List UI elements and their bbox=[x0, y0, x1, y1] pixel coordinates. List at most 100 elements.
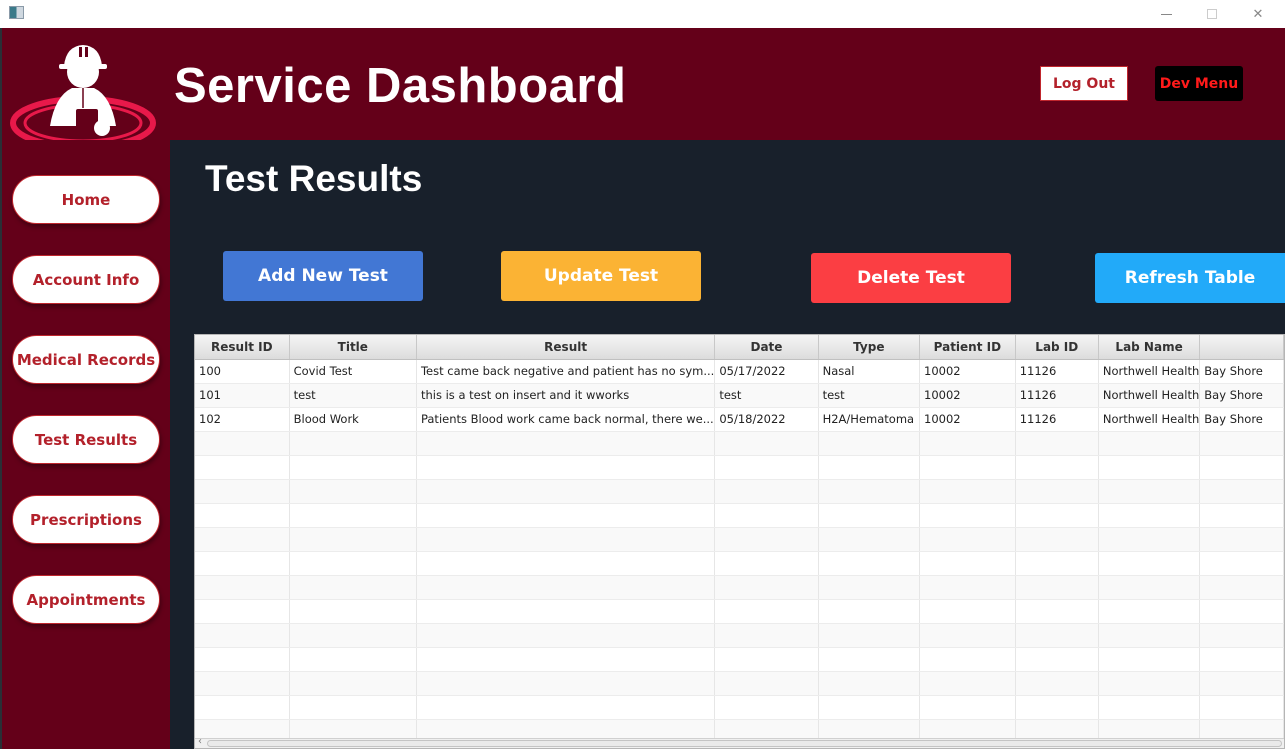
table-cell bbox=[919, 599, 1016, 624]
column-header[interactable]: Patient ID bbox=[919, 335, 1016, 360]
table-cell bbox=[818, 527, 921, 552]
column-header[interactable]: Lab ID bbox=[1015, 335, 1099, 360]
table-cell bbox=[416, 575, 716, 600]
table-cell bbox=[289, 671, 417, 696]
table-cell bbox=[1015, 623, 1099, 648]
dev-menu-button[interactable]: Dev Menu bbox=[1155, 66, 1243, 101]
table-cell bbox=[1199, 503, 1284, 528]
table-cell bbox=[1199, 695, 1284, 720]
table-cell bbox=[1015, 551, 1099, 576]
test-results-table[interactable]: Result ID Title Result Date Type Patient ID La… bbox=[194, 334, 1285, 749]
table-cell bbox=[289, 599, 417, 624]
table-row[interactable]: 100 Covid Test Test came back negative and… bbox=[195, 359, 1284, 384]
empty-table-row bbox=[195, 671, 1284, 696]
table-cell: 11126 bbox=[1015, 383, 1099, 408]
table-cell bbox=[1199, 647, 1284, 672]
maximize-button[interactable] bbox=[1189, 0, 1235, 28]
sidebar-item-appointments[interactable]: Appointments bbox=[12, 575, 160, 624]
table-cell bbox=[1015, 431, 1099, 456]
table-cell bbox=[195, 623, 290, 648]
column-header[interactable] bbox=[1199, 335, 1284, 360]
empty-table-row bbox=[195, 623, 1284, 648]
column-header[interactable]: Result bbox=[416, 335, 716, 360]
table-row[interactable]: 101 test this is a test on insert and it w… bbox=[195, 383, 1284, 408]
scrollbar-thumb[interactable] bbox=[207, 740, 1282, 747]
table-cell bbox=[1199, 623, 1284, 648]
table-cell bbox=[195, 479, 290, 504]
table-cell: test bbox=[714, 383, 819, 408]
table-cell bbox=[289, 431, 417, 456]
app-window-icon bbox=[9, 6, 24, 19]
table-cell bbox=[714, 527, 819, 552]
table-cell: 102 bbox=[195, 407, 290, 432]
table-cell bbox=[195, 551, 290, 576]
table-cell bbox=[289, 527, 417, 552]
scroll-left-icon[interactable]: ‹ bbox=[198, 736, 202, 747]
table-cell bbox=[195, 599, 290, 624]
table-cell bbox=[289, 551, 417, 576]
minimize-icon bbox=[1160, 13, 1172, 15]
sidebar-item-account-info[interactable]: Account Info bbox=[12, 255, 160, 304]
table-cell bbox=[714, 647, 819, 672]
close-button[interactable]: ✕ bbox=[1235, 0, 1281, 28]
table-cell bbox=[416, 599, 716, 624]
table-cell bbox=[919, 671, 1016, 696]
table-cell bbox=[1199, 671, 1284, 696]
sidebar: Home Account Info Medical Records Test R… bbox=[2, 140, 170, 749]
table-cell bbox=[289, 455, 417, 480]
table-cell bbox=[1098, 551, 1201, 576]
table-cell bbox=[195, 503, 290, 528]
table-cell bbox=[818, 647, 921, 672]
table-cell bbox=[919, 575, 1016, 600]
table-cell bbox=[1199, 575, 1284, 600]
table-cell bbox=[1199, 599, 1284, 624]
table-cell bbox=[1015, 647, 1099, 672]
table-cell bbox=[1098, 455, 1201, 480]
column-header[interactable]: Date bbox=[714, 335, 819, 360]
table-cell bbox=[1098, 599, 1201, 624]
table-cell: Northwell Health bbox=[1098, 383, 1201, 408]
add-new-test-button[interactable]: Add New Test bbox=[223, 251, 423, 301]
column-header[interactable]: Type bbox=[818, 335, 921, 360]
delete-test-button[interactable]: Delete Test bbox=[811, 253, 1011, 303]
update-test-button[interactable]: Update Test bbox=[501, 251, 701, 301]
empty-table-row bbox=[195, 575, 1284, 600]
table-cell bbox=[195, 455, 290, 480]
column-header[interactable]: Lab Name bbox=[1098, 335, 1201, 360]
table-cell: Test came back negative and patient has … bbox=[416, 359, 716, 384]
table-cell: test bbox=[289, 383, 417, 408]
table-cell bbox=[818, 431, 921, 456]
column-header[interactable]: Result ID bbox=[195, 335, 290, 360]
column-header[interactable]: Title bbox=[289, 335, 417, 360]
table-cell bbox=[1098, 623, 1201, 648]
sidebar-item-home[interactable]: Home bbox=[12, 175, 160, 224]
close-icon: ✕ bbox=[1252, 6, 1264, 22]
table-cell: test bbox=[818, 383, 921, 408]
horizontal-scrollbar[interactable]: ‹ bbox=[195, 736, 1284, 748]
table-cell bbox=[1098, 671, 1201, 696]
table-cell bbox=[714, 431, 819, 456]
sidebar-item-medical-records[interactable]: Medical Records bbox=[12, 335, 160, 384]
logout-button[interactable]: Log Out bbox=[1040, 66, 1128, 101]
table-cell: Bay Shore bbox=[1199, 359, 1284, 384]
page-title: Test Results bbox=[205, 158, 423, 199]
table-cell bbox=[818, 551, 921, 576]
table-cell: 05/17/2022 bbox=[714, 359, 819, 384]
table-cell: 10002 bbox=[919, 359, 1016, 384]
main-content: Test Results Add New Test Update Test De… bbox=[170, 140, 1285, 749]
table-cell bbox=[714, 599, 819, 624]
minimize-button[interactable] bbox=[1143, 0, 1189, 28]
table-row[interactable]: 102 Blood Work Patients Blood work came ba… bbox=[195, 407, 1284, 432]
table-cell bbox=[919, 695, 1016, 720]
table-cell: 11126 bbox=[1015, 359, 1099, 384]
app-title: Service Dashboard bbox=[174, 59, 627, 113]
table-cell bbox=[1098, 431, 1201, 456]
table-cell: Covid Test bbox=[289, 359, 417, 384]
table-cell bbox=[416, 695, 716, 720]
refresh-table-button[interactable]: Refresh Table bbox=[1095, 253, 1285, 303]
table-cell bbox=[1098, 503, 1201, 528]
sidebar-item-test-results[interactable]: Test Results bbox=[12, 415, 160, 464]
sidebar-item-prescriptions[interactable]: Prescriptions bbox=[12, 495, 160, 544]
table-cell: Blood Work bbox=[289, 407, 417, 432]
table-cell bbox=[1199, 431, 1284, 456]
